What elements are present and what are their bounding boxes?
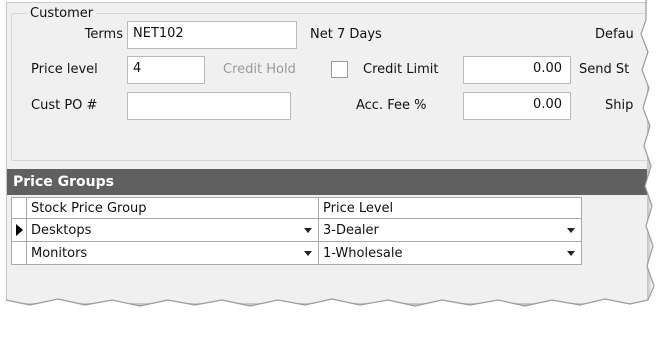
- table-row[interactable]: Monitors 1-Wholesale: [11, 241, 582, 265]
- table-row[interactable]: Desktops 3-Dealer: [11, 218, 582, 242]
- row-selector[interactable]: [11, 218, 27, 242]
- stock-price-group-value: Desktops: [31, 222, 92, 238]
- customer-form-panel: Customer Terms NET102 Net 7 Days Defau P…: [6, 2, 648, 304]
- chevron-down-icon[interactable]: [567, 251, 575, 256]
- acc-fee-input[interactable]: 0.00: [463, 92, 571, 120]
- price-groups-title: Price Groups: [13, 174, 114, 190]
- terms-input[interactable]: NET102: [127, 21, 297, 49]
- terms-description: Net 7 Days: [310, 27, 382, 42]
- credit-hold-checkbox[interactable]: [331, 61, 348, 78]
- stock-price-group-value: Monitors: [31, 245, 88, 261]
- acc-fee-label: Acc. Fee %: [356, 98, 427, 113]
- default-label: Defau: [595, 27, 634, 42]
- credit-hold-label: Credit Hold: [223, 62, 296, 77]
- customer-group-title: Customer: [27, 6, 97, 21]
- column-header-price-level[interactable]: Price Level: [318, 197, 582, 219]
- price-level-label: Price level: [31, 62, 98, 77]
- stock-price-group-cell[interactable]: Desktops: [26, 218, 319, 242]
- chevron-down-icon[interactable]: [304, 251, 312, 256]
- credit-limit-input[interactable]: 0.00: [463, 56, 571, 84]
- chevron-down-icon[interactable]: [567, 228, 575, 233]
- price-level-input[interactable]: 4: [127, 56, 205, 84]
- price-level-cell[interactable]: 3-Dealer: [318, 218, 582, 242]
- price-groups-grid: Stock Price Group Price Level Desktops 3…: [11, 197, 582, 265]
- current-row-pointer-icon: [15, 224, 23, 236]
- row-selector[interactable]: [11, 241, 27, 265]
- ship-label: Ship: [605, 98, 634, 113]
- chevron-down-icon[interactable]: [304, 228, 312, 233]
- cust-po-input[interactable]: [127, 92, 291, 120]
- price-level-cell[interactable]: 1-Wholesale: [318, 241, 582, 265]
- credit-limit-label: Credit Limit: [363, 62, 439, 77]
- grid-header-row: Stock Price Group Price Level: [11, 197, 582, 219]
- column-header-stock-price-group[interactable]: Stock Price Group: [26, 197, 319, 219]
- stock-price-group-cell[interactable]: Monitors: [26, 241, 319, 265]
- send-statement-label: Send St: [579, 62, 630, 77]
- row-selector-header: [11, 197, 27, 219]
- terms-label: Terms: [84, 27, 123, 42]
- price-level-value: 1-Wholesale: [323, 245, 403, 261]
- price-groups-header: Price Groups: [7, 169, 647, 195]
- cust-po-label: Cust PO #: [31, 98, 98, 113]
- price-level-value: 3-Dealer: [323, 222, 379, 238]
